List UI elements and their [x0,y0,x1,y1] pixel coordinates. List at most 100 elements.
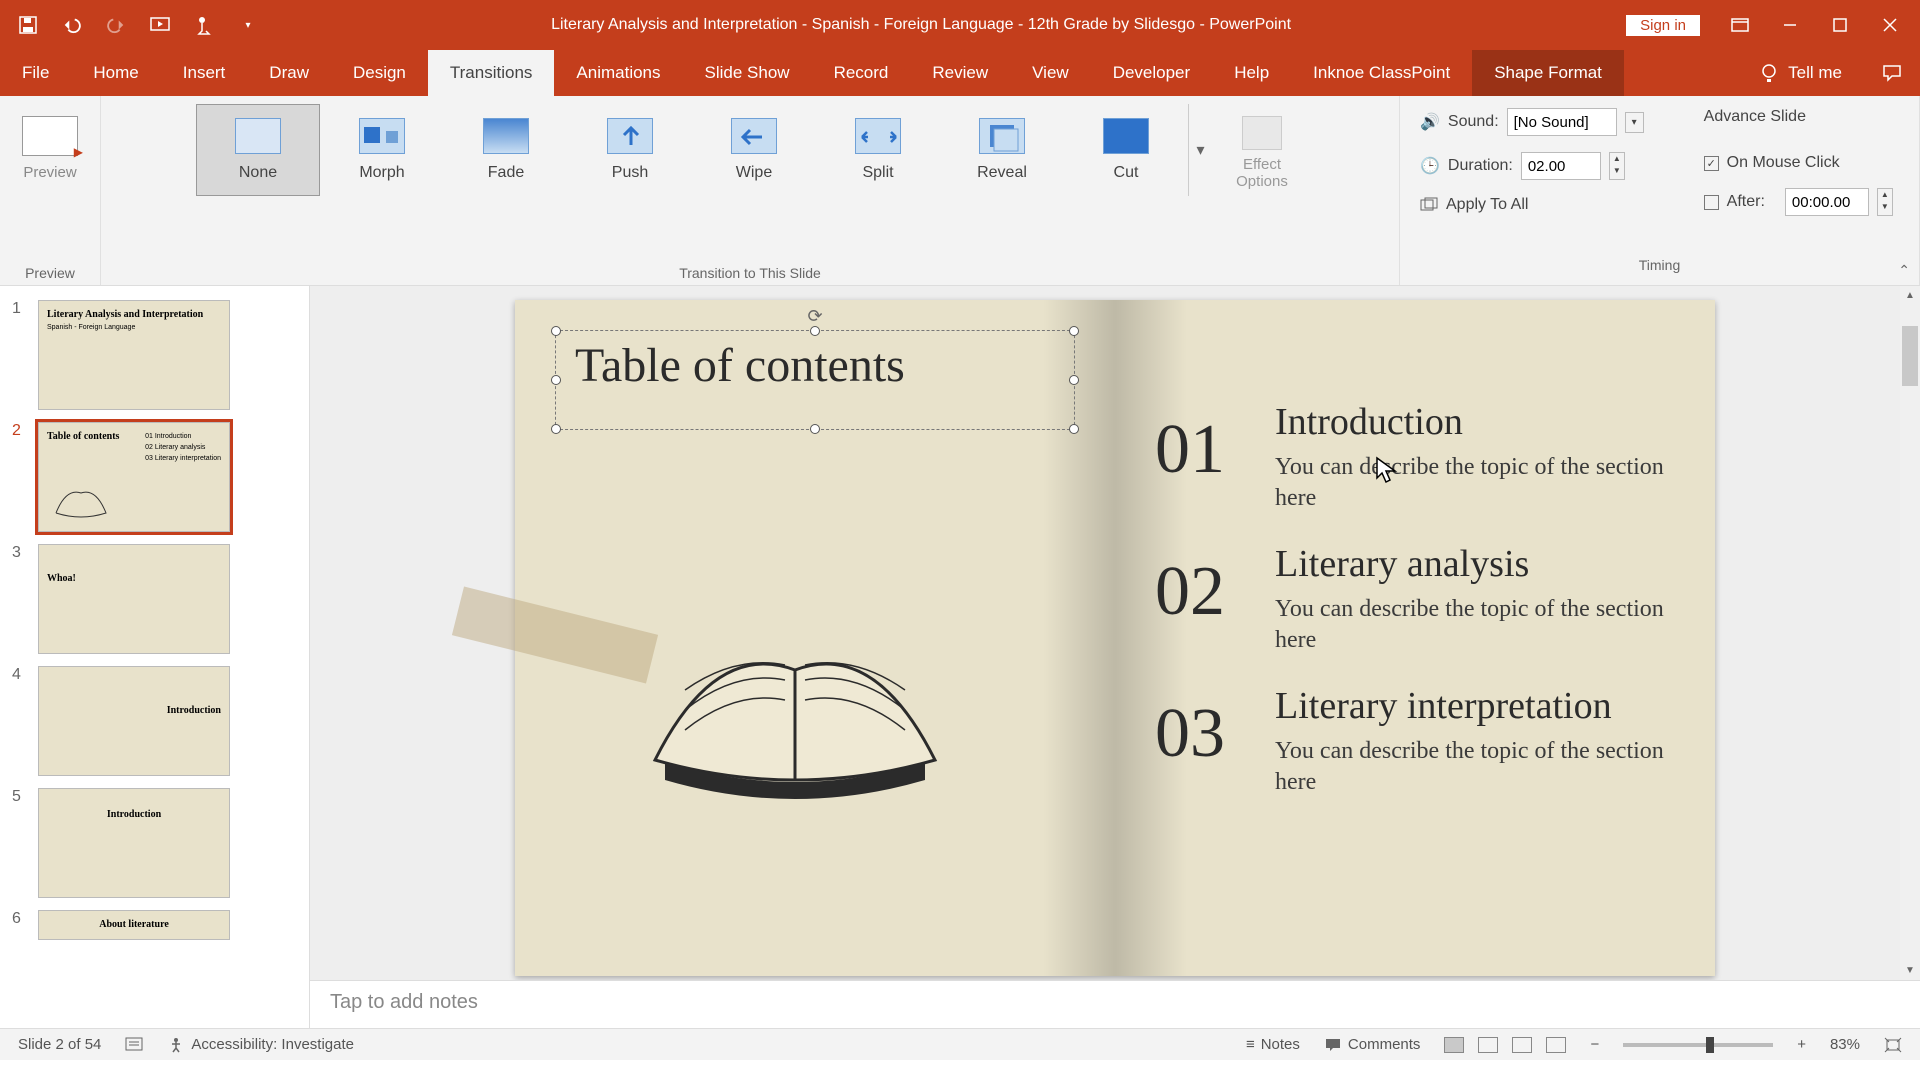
notes-button[interactable]: ≡ Notes [1246,1036,1300,1053]
gallery-more-button[interactable]: ▾ [1188,104,1212,196]
toc-body-1: You can describe the topic of the sectio… [1275,452,1675,514]
after-input[interactable] [1785,188,1869,216]
toc-head-2: Literary analysis [1275,542,1529,586]
slide-thumb-2[interactable]: 2 Table of contents 01 Introduction02 Li… [0,416,309,538]
apply-all-label: Apply To All [1446,196,1528,214]
transition-push[interactable]: Push [568,104,692,196]
rotate-handle-icon[interactable]: ⟳ [807,306,822,327]
toc-head-1: Introduction [1275,400,1463,444]
preview-button[interactable]: Preview [10,104,90,181]
tab-file[interactable]: File [0,50,71,96]
slide-thumb-4[interactable]: 4 Introduction [0,660,309,782]
transition-reveal[interactable]: Reveal [940,104,1064,196]
transition-morph[interactable]: Morph [320,104,444,196]
after-spinner[interactable]: ▲▼ [1877,188,1893,216]
on-mouse-label: On Mouse Click [1727,154,1840,172]
tab-animations[interactable]: Animations [554,50,682,96]
toc-num-1: 01 [1155,410,1225,490]
slide-thumb-5[interactable]: 5 Introduction [0,782,309,904]
transition-split[interactable]: Split [816,104,940,196]
clock-icon: 🕒 [1420,156,1440,176]
collapse-ribbon-icon[interactable]: ⌃ [1898,262,1910,279]
tab-slideshow[interactable]: Slide Show [683,50,812,96]
tab-shape-format[interactable]: Shape Format [1472,50,1624,96]
tab-help[interactable]: Help [1212,50,1291,96]
tell-me-search[interactable]: Tell me [1738,50,1864,96]
sound-dropdown-icon[interactable]: ▾ [1625,112,1644,133]
apply-to-all-button[interactable]: Apply To All [1420,196,1644,214]
minimize-icon[interactable] [1780,15,1800,35]
tab-classpoint[interactable]: Inknoe ClassPoint [1291,50,1472,96]
sound-field[interactable]: 🔊 Sound: ▾ [1420,108,1644,136]
on-mouse-click-checkbox[interactable]: ✓ On Mouse Click [1704,154,1893,172]
tab-home[interactable]: Home [71,50,160,96]
advance-slide-heading: Advance Slide [1704,108,1893,126]
close-icon[interactable] [1880,15,1900,35]
zoom-slider[interactable] [1623,1043,1773,1047]
slide-thumb-1[interactable]: 1 Literary Analysis and InterpretationSp… [0,294,309,416]
duration-field[interactable]: 🕒 Duration: ▲▼ [1420,152,1644,180]
ribbon-display-icon[interactable] [1730,15,1750,35]
tab-draw[interactable]: Draw [247,50,331,96]
slide-title[interactable]: Table of contents [575,338,905,393]
tab-insert[interactable]: Insert [161,50,248,96]
sound-input[interactable] [1507,108,1617,136]
qat-more-icon[interactable]: ▾ [238,15,258,35]
notes-indicator-icon[interactable] [125,1037,143,1053]
fit-to-window-button[interactable] [1884,1037,1902,1053]
comment-icon [1324,1037,1342,1053]
tab-design[interactable]: Design [331,50,428,96]
zoom-level[interactable]: 83% [1830,1036,1860,1053]
tab-view[interactable]: View [1010,50,1091,96]
save-icon[interactable] [18,15,38,35]
effect-options-icon [1242,116,1282,150]
present-icon[interactable] [150,15,170,35]
touch-mode-icon[interactable] [194,15,214,35]
comments-icon[interactable] [1864,50,1920,96]
normal-view-button[interactable] [1444,1037,1464,1053]
zoom-in-button[interactable]: + [1797,1036,1806,1053]
comments-button[interactable]: Comments [1324,1036,1421,1053]
tab-transitions[interactable]: Transitions [428,50,555,96]
sound-label: Sound: [1448,113,1499,131]
slide-thumb-3[interactable]: 3 Whoa! [0,538,309,660]
checkbox-empty-icon [1704,195,1719,210]
after-label: After: [1727,193,1765,211]
slide-thumb-6[interactable]: 6 About literature [0,904,309,946]
vertical-scrollbar[interactable]: ▲ ▼ [1900,286,1920,980]
undo-icon[interactable] [62,15,82,35]
slide-panel[interactable]: 1 Literary Analysis and InterpretationSp… [0,286,310,1028]
redo-icon[interactable] [106,15,126,35]
accessibility-button[interactable]: Accessibility: Investigate [167,1036,354,1054]
zoom-out-button[interactable]: − [1590,1036,1599,1053]
transition-wipe[interactable]: Wipe [692,104,816,196]
slide-canvas[interactable]: ⟳ Table of contents [515,300,1715,976]
toc-body-2: You can describe the topic of the sectio… [1275,594,1675,656]
after-checkbox[interactable]: After: ▲▼ [1704,188,1893,216]
sign-in-button[interactable]: Sign in [1626,15,1700,36]
duration-input[interactable] [1521,152,1601,180]
effect-options-button[interactable]: Effect Options [1220,110,1304,190]
duration-spinner[interactable]: ▲▼ [1609,152,1625,180]
timing-group-label: Timing [1420,253,1899,273]
bulb-icon [1760,63,1778,83]
effect-options-label: Effect Options [1220,156,1304,190]
transition-cut[interactable]: Cut [1064,104,1188,196]
transition-fade[interactable]: Fade [444,104,568,196]
slideshow-view-button[interactable] [1546,1037,1566,1053]
tab-review[interactable]: Review [910,50,1010,96]
transition-none[interactable]: None [196,104,320,196]
preview-icon [22,116,78,156]
maximize-icon[interactable] [1830,15,1850,35]
notes-input[interactable]: Tap to add notes [310,980,1920,1028]
transition-group-label: Transition to This Slide [679,261,821,281]
tab-developer[interactable]: Developer [1091,50,1213,96]
reading-view-button[interactable] [1512,1037,1532,1053]
transition-gallery: None Morph Fade Push Wipe Split Reveal C… [196,104,1188,196]
accessibility-label: Accessibility: Investigate [191,1036,354,1053]
tab-record[interactable]: Record [812,50,911,96]
document-title: Literary Analysis and Interpretation - S… [276,16,1626,34]
notes-icon: ≡ [1246,1036,1255,1053]
book-illustration [625,580,965,820]
sorter-view-button[interactable] [1478,1037,1498,1053]
